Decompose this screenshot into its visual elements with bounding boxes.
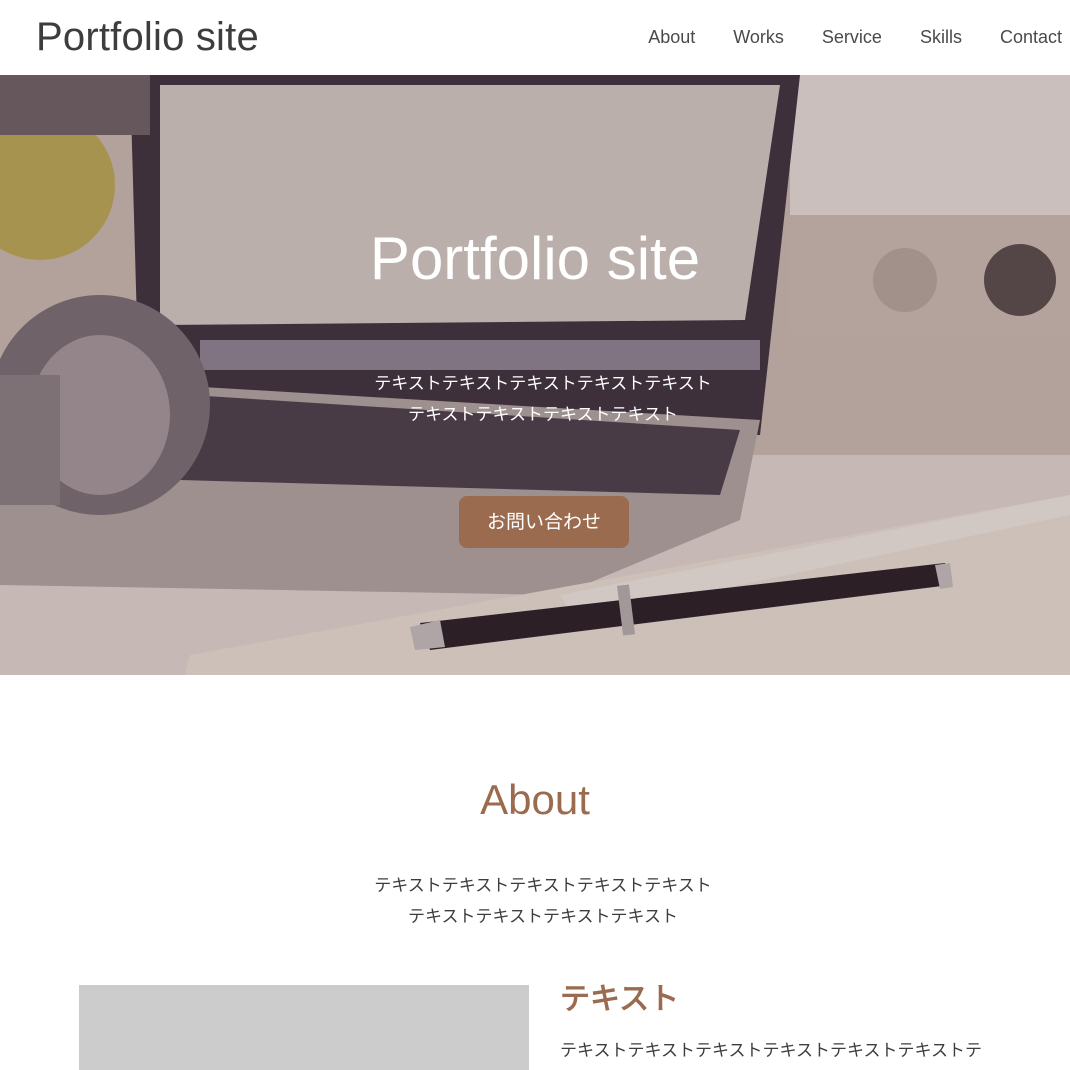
site-header: Portfolio site About Works Service Skill… (0, 0, 1070, 75)
hero-text: テキストテキストテキストテキストテキストテキストテキストテキストテキスト (374, 374, 712, 425)
nav-link-about[interactable]: About (648, 24, 695, 50)
nav-link-skills[interactable]: Skills (920, 24, 962, 50)
about-body-text: テキストテキストテキストテキストテキストテキストテ (560, 1041, 982, 1061)
hero-section: Portfolio site テキストテキストテキストテキストテキストテキストテ… (0, 75, 1070, 675)
site-logo[interactable]: Portfolio site (36, 12, 259, 62)
contact-button[interactable]: お問い合わせ (459, 496, 629, 548)
nav-link-contact[interactable]: Contact (1000, 24, 1062, 50)
about-title: About (480, 776, 590, 823)
about-text: テキストテキストテキストテキストテキストテキストテキストテキストテキスト (374, 876, 712, 927)
about-subheading: テキスト (560, 982, 680, 1017)
main-nav: About Works Service Skills Contact (648, 24, 1062, 50)
nav-link-works[interactable]: Works (733, 24, 784, 50)
nav-link-service[interactable]: Service (822, 24, 882, 50)
about-image-placeholder (79, 985, 529, 1070)
hero-title: Portfolio site (369, 225, 701, 292)
